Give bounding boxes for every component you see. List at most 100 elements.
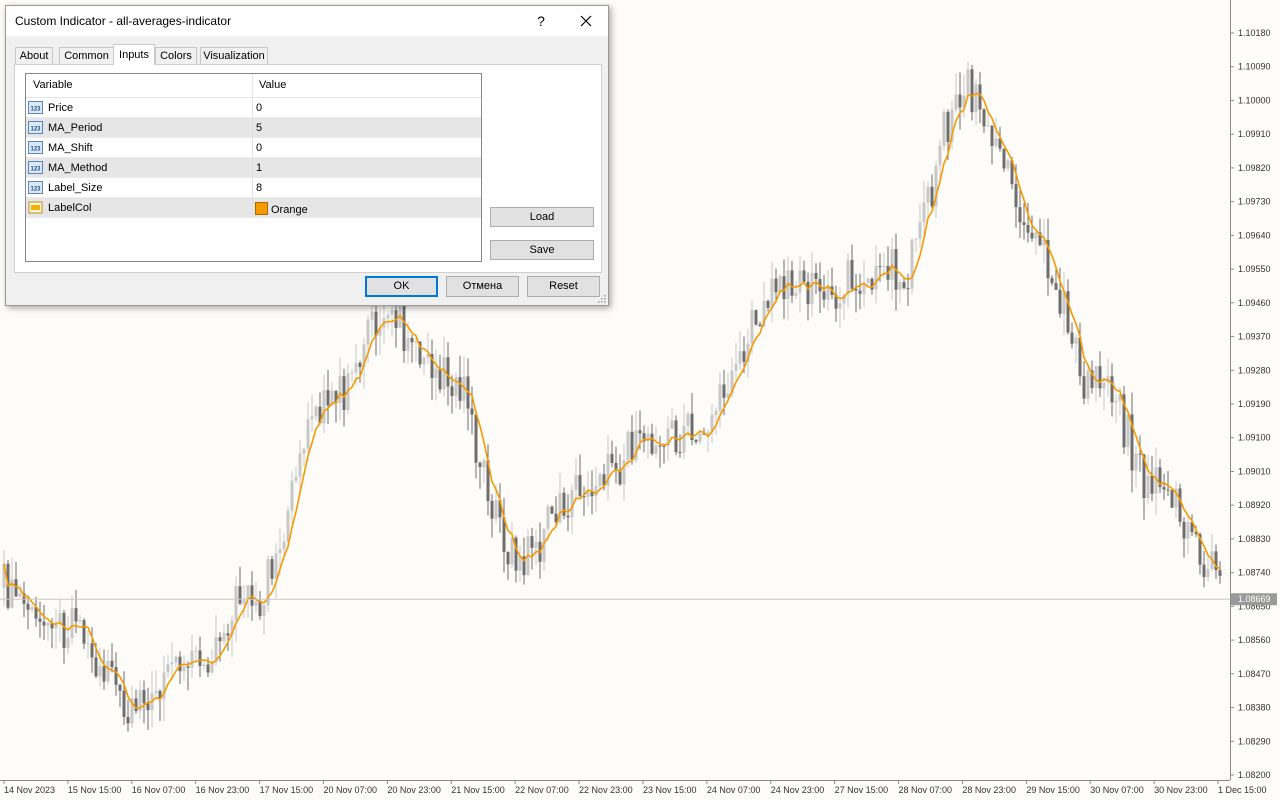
grid-row-ma-period[interactable]: 123 MA_Period 5 [26,118,481,138]
grid-row-ma-shift[interactable]: 123 MA_Shift 0 [26,138,481,158]
tab-inputs[interactable]: Inputs [113,44,155,65]
time-tick-label: 16 Nov 07:00 [132,785,186,795]
time-tick-label: 29 Nov 15:00 [1026,785,1080,795]
tab-visualization[interactable]: Visualization [200,47,268,64]
grid-row-price[interactable]: 123 Price 0 [26,98,481,118]
candle-body [58,612,62,623]
indicator-settings-dialog: Custom Indicator - all-averages-indicato… [5,5,609,306]
candle-body [1126,414,1130,448]
candle-body [190,650,194,668]
candle-body [286,510,290,542]
cancel-button[interactable]: Отмена [446,276,519,297]
save-button[interactable]: Save [490,240,594,260]
candle-body [722,384,726,398]
candle-body [98,666,102,677]
variable-name: MA_Shift [48,142,93,154]
candle-body [254,601,258,606]
candle-body [446,357,450,387]
candle-body [122,690,126,717]
grid-row-ma-method[interactable]: 123 MA_Method 1 [26,158,481,178]
variable-name: MA_Method [48,162,108,174]
numeric-icon: 123 [28,161,43,174]
candle-body [534,541,538,548]
candle-body [218,637,222,642]
candle-body [858,290,862,294]
close-button[interactable] [571,9,601,33]
price-tick-label: 1.09190 [1238,399,1271,409]
variable-value[interactable]: 5 [256,122,262,134]
tab-colors[interactable]: Colors [155,47,197,64]
candle-body [110,660,114,668]
svg-text:123: 123 [30,167,41,173]
candle-body [90,643,94,658]
grid-row-label-size[interactable]: 123 Label_Size 8 [26,178,481,198]
ok-button[interactable]: OK [365,276,438,297]
column-header-variable[interactable]: Variable [33,79,73,91]
candle-body [1170,490,1174,508]
load-button[interactable]: Load [490,207,594,227]
candle-body [658,445,662,447]
candle-body [194,650,198,652]
price-tick-label: 1.10180 [1238,28,1271,38]
candle-body [1022,222,1026,225]
candle-body [1034,232,1038,239]
candle-body [1134,453,1138,471]
candle-body [866,278,870,283]
candle-body [198,650,202,666]
grid-row-labelcol[interactable]: LabelCol Orange [26,198,481,218]
candle-body [182,666,186,672]
title-bar[interactable]: Custom Indicator - all-averages-indicato… [6,6,608,36]
candle-body [450,386,454,396]
price-tick-label: 1.09640 [1238,230,1271,240]
candle-body [186,666,190,668]
svg-text:123: 123 [30,147,41,153]
variable-value[interactable]: 0 [256,142,262,154]
candle-body [1178,488,1182,522]
price-tick-label: 1.09820 [1238,163,1271,173]
time-tick-label: 14 Nov 2023 [4,785,55,795]
candle-body [206,664,210,673]
variable-value[interactable]: 8 [256,182,262,194]
reset-button[interactable]: Reset [527,276,600,297]
candle-body [662,445,666,447]
candle-body [42,621,46,626]
column-header-value[interactable]: Value [259,79,286,91]
tab-about[interactable]: About [15,47,53,64]
time-tick-label: 21 Nov 15:00 [451,785,505,795]
candle-body [878,266,882,268]
candle-body [238,586,242,604]
candle-body [370,311,374,320]
candle-body [610,453,614,463]
candle-body [938,145,942,166]
variable-value[interactable]: Orange [255,202,308,216]
resize-grip-icon[interactable] [598,295,606,303]
price-tick-label: 1.09370 [1238,332,1271,342]
price-tick-label: 1.08830 [1238,534,1271,544]
candle-body [1058,289,1062,314]
candle-body [926,186,930,203]
candle-body [622,460,626,485]
variable-value[interactable]: 1 [256,162,262,174]
candle-body [630,431,634,460]
candle-body [262,605,266,616]
candle-body [982,109,986,127]
candle-body [598,474,602,487]
variable-value[interactable]: 0 [256,102,262,114]
candle-body [846,260,850,295]
svg-text:123: 123 [30,107,41,113]
candle-body [670,420,674,429]
variable-name: MA_Period [48,122,103,134]
candle-body [134,698,138,712]
candle-body [678,452,682,454]
tab-common[interactable]: Common [59,47,114,64]
candle-body [874,266,878,290]
candle-body [1162,487,1166,490]
candle-body [338,376,342,404]
time-tick-label: 22 Nov 07:00 [515,785,569,795]
candle-body [942,111,946,146]
time-tick-label: 24 Nov 23:00 [771,785,825,795]
candle-body [922,202,926,223]
candle-body [766,300,770,308]
candle-body [402,305,406,352]
help-button[interactable]: ? [526,9,556,33]
